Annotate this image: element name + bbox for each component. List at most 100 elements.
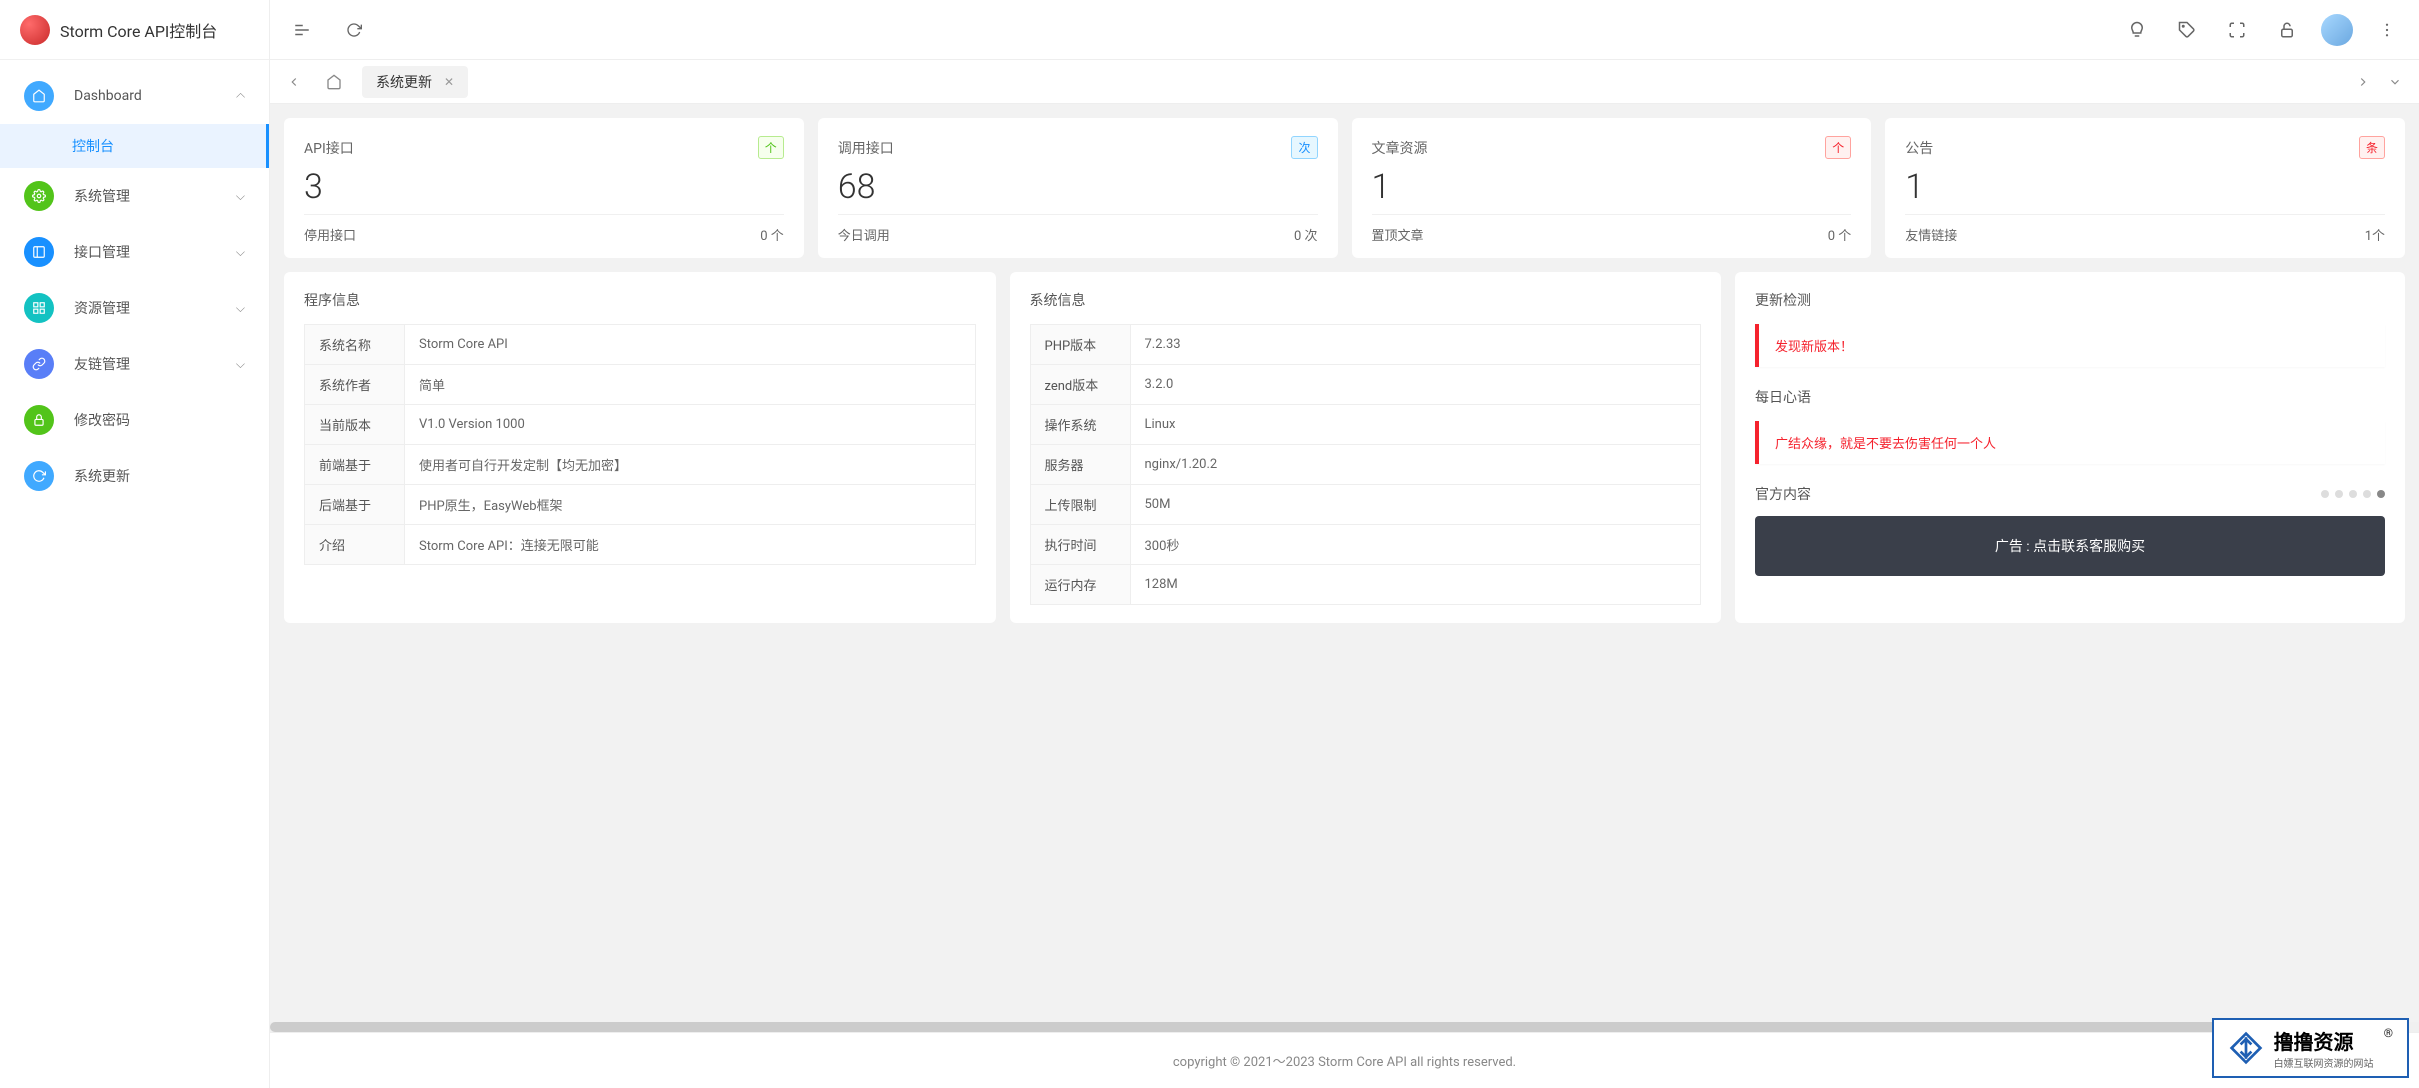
dot-icon[interactable] [2335,490,2343,498]
chevron-down-icon: ⌵ [236,357,245,372]
sidebar: Storm Core API控制台 Dashboard ⌵ 控制台 系统管理 ⌵ [0,0,270,1088]
sidebar-item-change-password[interactable]: 修改密码 [0,392,269,448]
alert-text: 发现新版本！ [1775,340,1853,355]
table-row: 当前版本V1.0 Version 1000 [305,405,976,445]
table-row: 操作系统Linux [1030,405,1701,445]
stat-foot-label: 友情链接 [1905,225,1957,244]
table-row: 后端基于PHP原生，EasyWeb框架 [305,485,976,525]
sidebar-item-system-update[interactable]: 系统更新 [0,448,269,504]
program-info-card: 程序信息 系统名称Storm Core API 系统作者简单 当前版本V1.0 … [284,272,996,623]
chevron-up-icon: ⌵ [236,89,245,104]
user-avatar[interactable] [2321,14,2353,46]
sidebar-item-label: Dashboard [74,88,236,104]
stat-foot-label: 停用接口 [304,225,356,244]
carousel-dots[interactable] [2321,490,2385,498]
sidebar-item-label: 系统管理 [74,186,236,206]
side-column: 更新检测 发现新版本！ 每日心语 广结众缘，就是不要去伤害任何一个人 官方内容 [1735,272,2405,623]
card-title: 官方内容 [1755,484,1811,504]
scrollbar-thumb[interactable] [270,1022,2312,1032]
stat-title: API接口 [304,138,354,158]
home-icon [24,81,54,111]
lock-button[interactable] [2271,14,2303,46]
sidebar-item-resource-manage[interactable]: 资源管理 ⌵ [0,280,269,336]
daily-quote-box: 广结众缘，就是不要去伤害任何一个人 [1755,421,2385,464]
chevron-down-icon: ⌵ [236,245,245,260]
stat-badge: 个 [758,136,784,159]
system-info-card: 系统信息 PHP版本7.2.33 zend版本3.2.0 操作系统Linux 服… [1010,272,1722,623]
sidebar-item-console[interactable]: 控制台 [0,124,269,168]
header [270,0,2419,60]
stat-value: 68 [838,169,1318,206]
sidebar-item-links-manage[interactable]: 友链管理 ⌵ [0,336,269,392]
card-title: 系统信息 [1030,290,1702,310]
card-title: 更新检测 [1755,290,2385,310]
stat-foot-label: 今日调用 [838,225,890,244]
table-row: 前端基于使用者可自行开发定制【均无加密】 [305,445,976,485]
tab-home[interactable] [314,66,354,98]
logo-area[interactable]: Storm Core API控制台 [0,0,269,60]
tab-dropdown-button[interactable] [2379,66,2411,98]
tab-system-update[interactable]: 系统更新 ✕ [362,66,468,98]
sidebar-item-label: 接口管理 [74,242,236,262]
watermark: 撸撸资源 白嫖互联网资源的网站 ® [2212,1018,2409,1078]
content-area: API接口 个 3 停用接口 0 个 调用接口 次 68 [270,104,2419,1022]
stat-foot-label: 置顶文章 [1372,225,1424,244]
table-row: 上传限制50M [1030,485,1701,525]
close-icon[interactable]: ✕ [444,75,454,89]
sidebar-item-api-manage[interactable]: 接口管理 ⌵ [0,224,269,280]
tab-next-button[interactable] [2347,66,2379,98]
horizontal-scrollbar[interactable] [270,1022,2419,1032]
tab-prev-button[interactable] [278,66,310,98]
table-row: 运行内存128M [1030,565,1701,605]
table-row: 系统作者简单 [305,365,976,405]
sidebar-item-dashboard[interactable]: Dashboard ⌵ [0,68,269,124]
sidebar-item-label: 控制台 [72,136,245,156]
tab-label: 系统更新 [376,72,432,92]
watermark-title: 撸撸资源 [2274,1026,2374,1055]
ad-text: 广告 : 点击联系客服购买 [1995,539,2145,555]
sidebar-item-label: 友链管理 [74,354,236,374]
stat-badge: 个 [1825,136,1851,159]
table-row: PHP版本7.2.33 [1030,325,1701,365]
stat-card-api: API接口 个 3 停用接口 0 个 [284,118,804,258]
dot-icon[interactable] [2321,490,2329,498]
refresh-button[interactable] [338,14,370,46]
registered-mark: ® [2384,1026,2393,1040]
menu-toggle-button[interactable] [286,14,318,46]
api-icon [24,237,54,267]
quote-text: 广结众缘，就是不要去伤害任何一个人 [1775,437,1996,452]
stat-title: 调用接口 [838,138,894,158]
stat-value: 1 [1372,169,1852,206]
lock-icon [24,405,54,435]
info-row: 程序信息 系统名称Storm Core API 系统作者简单 当前版本V1.0 … [284,272,2405,623]
table-row: 服务器nginx/1.20.2 [1030,445,1701,485]
card-title: 每日心语 [1755,387,2385,407]
more-button[interactable] [2371,14,2403,46]
stat-foot-value: 0 个 [1828,225,1852,244]
footer: copyright © 2021～2023 Storm Core API all… [270,1032,2419,1088]
sidebar-item-label: 修改密码 [74,410,245,430]
ad-banner[interactable]: 广告 : 点击联系客服购买 [1755,516,2385,576]
stat-card-notice: 公告 条 1 友情链接 1个 [1885,118,2405,258]
app-logo-icon [20,15,50,45]
program-info-table: 系统名称Storm Core API 系统作者简单 当前版本V1.0 Versi… [304,324,976,565]
fullscreen-button[interactable] [2221,14,2253,46]
table-row: 执行时间300秒 [1030,525,1701,565]
stat-row: API接口 个 3 停用接口 0 个 调用接口 次 68 [284,118,2405,258]
tag-icon[interactable] [2171,14,2203,46]
gear-icon [24,181,54,211]
stat-badge: 条 [2359,136,2385,159]
sidebar-menu: Dashboard ⌵ 控制台 系统管理 ⌵ 接口管理 ⌵ [0,60,269,1088]
dot-icon[interactable] [2377,490,2385,498]
stat-foot-value: 1个 [2365,225,2385,244]
main-area: 系统更新 ✕ API接口 个 3 [270,0,2419,1088]
card-title: 程序信息 [304,290,976,310]
table-row: 系统名称Storm Core API [305,325,976,365]
sidebar-item-system-manage[interactable]: 系统管理 ⌵ [0,168,269,224]
table-row: zend版本3.2.0 [1030,365,1701,405]
dot-icon[interactable] [2349,490,2357,498]
sidebar-item-label: 系统更新 [74,466,245,486]
dot-icon[interactable] [2363,490,2371,498]
app-title: Storm Core API控制台 [60,18,217,42]
theme-icon[interactable] [2121,14,2153,46]
